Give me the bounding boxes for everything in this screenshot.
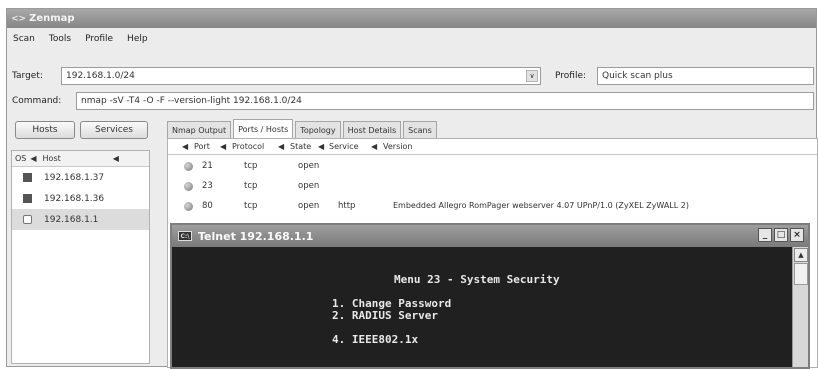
zenmap-logo-icon: <> — [11, 13, 27, 24]
telnet-console[interactable]: Menu 23 - System Security 1. Change Pass… — [172, 247, 792, 367]
generic-device-icon — [23, 215, 32, 224]
port-cell: 80 — [202, 201, 213, 211]
target-dropdown-icon[interactable]: ∨ — [526, 70, 538, 82]
host-column-header[interactable]: Host — [43, 154, 61, 163]
host-address: 192.168.1.37 — [44, 172, 105, 183]
target-value: 192.168.1.0/24 — [66, 71, 135, 81]
tab-scans[interactable]: Scans — [403, 121, 437, 138]
menu-scan[interactable]: Scan — [13, 34, 35, 44]
version-column-header[interactable]: Version — [383, 139, 412, 155]
tab-host-details[interactable]: Host Details — [342, 121, 402, 138]
console-menu-item: 4. IEEE802.1x — [332, 333, 419, 346]
sort-arrow-icon: ◀ — [30, 154, 37, 163]
port-cell: 23 — [202, 181, 213, 191]
tab-topology[interactable]: Topology — [295, 121, 341, 138]
os-column-header[interactable]: OS — [15, 154, 26, 163]
protocol-column-header[interactable]: Protocol — [232, 139, 264, 155]
hosts-button[interactable]: Hosts — [15, 121, 75, 139]
maximize-icon[interactable]: □ — [774, 228, 788, 242]
state-column-header[interactable]: State — [290, 139, 311, 155]
close-icon[interactable]: × — [790, 228, 804, 242]
telnet-title: Telnet 192.168.1.1 — [198, 229, 314, 243]
window-controls: _ □ × — [758, 228, 804, 242]
host-row-selected[interactable]: 192.168.1.1 — [12, 209, 149, 230]
sort-arrow-icon: ◀ — [278, 142, 285, 151]
sort-arrow-icon: ◀ — [220, 142, 227, 151]
protocol-cell: tcp — [244, 161, 258, 171]
menu-bar: Scan Tools Profile Help — [7, 31, 148, 47]
command-label: Command: — [12, 96, 62, 106]
sort-arrow-icon: ◀ — [318, 142, 325, 151]
target-input[interactable]: 192.168.1.0/24 ∨ — [61, 67, 541, 85]
profile-label: Profile: — [555, 71, 587, 81]
version-cell: Embedded Allegro RomPager webserver 4.07… — [393, 201, 689, 210]
protocol-cell: tcp — [244, 181, 258, 191]
windows-icon — [23, 194, 32, 203]
target-label: Target: — [12, 71, 43, 81]
host-address: 192.168.1.36 — [44, 193, 105, 204]
host-list-header: OS ◀ Host ◀ — [12, 151, 149, 167]
host-list: OS ◀ Host ◀ 192.168.1.37 192.168.1.36 19… — [11, 150, 150, 364]
services-button[interactable]: Services — [80, 121, 148, 139]
port-column-header[interactable]: Port — [194, 139, 210, 155]
title-bar: <> Zenmap — [7, 9, 816, 28]
port-status-icon — [184, 202, 193, 211]
menu-help[interactable]: Help — [127, 34, 148, 44]
table-row[interactable]: 23 tcp open — [168, 176, 817, 196]
host-row[interactable]: 192.168.1.37 — [12, 167, 149, 188]
service-column-header[interactable]: Service — [329, 139, 359, 155]
port-status-icon — [184, 162, 193, 171]
console-icon: C:\ — [178, 231, 192, 241]
minimize-icon[interactable]: _ — [758, 228, 772, 242]
table-row[interactable]: 21 tcp open — [168, 156, 817, 176]
console-menu-item: 2. RADIUS Server — [332, 309, 438, 322]
host-row[interactable]: 192.168.1.36 — [12, 188, 149, 209]
scroll-up-icon[interactable]: ▲ — [794, 248, 808, 262]
tab-nmap-output[interactable]: Nmap Output — [167, 121, 232, 138]
window-title: Zenmap — [29, 13, 75, 24]
console-menu-title: Menu 23 - System Security — [394, 273, 560, 286]
table-row[interactable]: 80 tcp open http Embedded Allegro RomPag… — [168, 196, 817, 216]
telnet-title-bar[interactable]: C:\ Telnet 192.168.1.1 _ □ × — [172, 225, 808, 247]
ports-table-header: ◀ Port ◀ Protocol ◀ State ◀ Service ◀ Ve… — [168, 139, 817, 155]
state-cell: open — [298, 181, 320, 191]
windows-icon — [23, 173, 32, 182]
profile-value: Quick scan plus — [602, 71, 673, 81]
host-address: 192.168.1.1 — [44, 214, 99, 225]
profile-select[interactable]: Quick scan plus — [597, 67, 814, 85]
service-cell: http — [338, 201, 356, 211]
sort-arrow-icon: ◀ — [112, 154, 119, 163]
sort-arrow-icon: ◀ — [371, 142, 378, 151]
port-status-icon — [184, 182, 193, 191]
sort-arrow-icon: ◀ — [182, 142, 189, 151]
command-input[interactable]: nmap -sV -T4 -O -F --version-light 192.1… — [76, 92, 814, 110]
state-cell: open — [298, 161, 320, 171]
tab-ports-hosts[interactable]: Ports / Hosts — [233, 119, 294, 138]
telnet-window: C:\ Telnet 192.168.1.1 _ □ × Menu 23 - S… — [170, 223, 810, 369]
protocol-cell: tcp — [244, 201, 258, 211]
result-tabs: Nmap Output Ports / Hosts Topology Host … — [167, 119, 437, 138]
state-cell: open — [298, 201, 320, 211]
port-cell: 21 — [202, 161, 213, 171]
menu-profile[interactable]: Profile — [85, 34, 113, 44]
telnet-scrollbar[interactable]: ▲ — [792, 247, 808, 367]
command-value: nmap -sV -T4 -O -F --version-light 192.1… — [81, 96, 302, 106]
scroll-thumb[interactable] — [794, 263, 808, 285]
menu-tools[interactable]: Tools — [49, 34, 71, 44]
